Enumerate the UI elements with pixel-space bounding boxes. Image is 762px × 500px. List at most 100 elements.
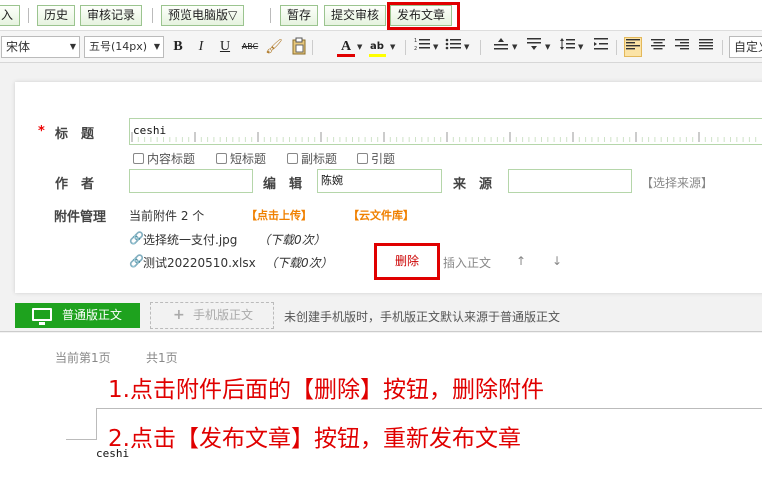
mobile-version-note: 未创建手机版时，手机版正文默认来源于普通版正文 <box>284 310 561 324</box>
divider <box>405 40 406 55</box>
divider <box>28 8 29 23</box>
lead-title-checkbox[interactable]: 引题 <box>357 150 395 167</box>
review-record-button[interactable]: 审核记录 <box>80 5 143 26</box>
title-length-ruler <box>131 132 757 142</box>
divider <box>722 40 723 55</box>
instruction-step-2: 2.点击【发布文章】按钮，重新发布文章 <box>108 426 521 452</box>
checkbox-label: 副标题 <box>301 152 338 166</box>
chevron-down-icon: ▼ <box>69 42 76 51</box>
chevron-down-icon[interactable]: ▼ <box>464 37 469 57</box>
move-down-arrow-icon[interactable]: ↓ <box>552 254 562 268</box>
instruction-step-1: 1.点击附件后面的【删除】按钮，删除附件 <box>108 377 544 403</box>
font-family-value: 宋体 <box>6 40 31 54</box>
custom-style-select[interactable]: 自定义 <box>729 36 762 58</box>
svg-text:2: 2 <box>414 46 417 51</box>
paragraph-spacing-after-icon[interactable] <box>525 37 543 57</box>
indent-icon[interactable] <box>592 37 610 57</box>
author-input[interactable] <box>129 169 253 193</box>
divider <box>270 8 271 23</box>
upload-link[interactable]: 【点击上传】 <box>246 207 312 223</box>
editor-input[interactable]: 陈婉 <box>317 169 442 193</box>
checkbox-label: 短标题 <box>230 152 267 166</box>
divider <box>152 8 153 23</box>
draft-button[interactable]: 暂存 <box>280 5 319 26</box>
pc-version-tab[interactable]: 普通版正文 <box>15 303 140 328</box>
attachment-2-name[interactable]: 测试20220510.xlsx <box>143 254 256 271</box>
page-margin-line <box>66 439 97 440</box>
attachments-label: 附件管理 <box>54 210 107 225</box>
chevron-down-icon[interactable]: ▼ <box>433 37 438 57</box>
delete-attachment-button[interactable]: 删除 <box>374 243 440 280</box>
chevron-down-icon: ▼ <box>153 42 160 51</box>
line-height-icon[interactable] <box>558 37 576 57</box>
font-color-swatch <box>337 54 355 57</box>
checkbox-box <box>357 153 368 164</box>
divider <box>480 40 481 55</box>
required-mark: * <box>38 124 45 139</box>
bold-button[interactable]: B <box>169 37 187 57</box>
highlight-letter: ab <box>370 41 384 52</box>
paste-icon[interactable] <box>290 37 308 57</box>
choose-source-link[interactable]: 【选择来源】 <box>641 174 713 191</box>
editor-toolbar: 宋体 ▼ 五号(14px) ▼ B I U ABC 🖌 A ▼ ab ▼ 12 … <box>0 31 762 63</box>
current-page: 当前第1页 <box>55 351 111 365</box>
source-label: 来 源 <box>453 177 493 192</box>
pc-version-label: 普通版正文 <box>62 308 123 322</box>
underline-button[interactable]: U <box>216 37 234 57</box>
chevron-down-icon[interactable]: ▼ <box>512 37 517 57</box>
checkbox-label: 引题 <box>371 152 396 166</box>
font-color-letter: A <box>340 39 352 54</box>
checkbox-box <box>133 153 144 164</box>
attachment-1-name[interactable]: 选择统一支付.jpg <box>143 231 237 248</box>
chevron-down-icon[interactable]: ▼ <box>357 37 362 57</box>
author-label: 作 者 <box>55 177 95 192</box>
format-painter-icon[interactable]: 🖌 <box>265 37 283 57</box>
chevron-down-icon[interactable]: ▼ <box>390 37 395 57</box>
move-up-arrow-icon[interactable]: ↑ <box>516 254 526 268</box>
paragraph-spacing-before-icon[interactable] <box>492 37 510 57</box>
content-title-checkbox[interactable]: 内容标题 <box>133 150 195 167</box>
svg-text:1: 1 <box>414 38 417 44</box>
plus-icon: + <box>173 307 185 323</box>
italic-button[interactable]: I <box>192 37 210 57</box>
insert-body-link[interactable]: 插入正文 <box>443 254 491 271</box>
submit-review-button[interactable]: 提交审核 <box>324 5 387 26</box>
body-text: ceshi <box>96 447 130 460</box>
editor-label: 编 辑 <box>263 177 303 192</box>
strikethrough-button[interactable]: ABC <box>239 37 261 57</box>
short-title-checkbox[interactable]: 短标题 <box>216 150 266 167</box>
align-right-icon[interactable] <box>673 37 691 57</box>
import-button[interactable]: 入 <box>0 5 21 26</box>
paperclip-icon: 🔗 <box>129 254 144 268</box>
attachment-1-downloads: （下载0次） <box>258 233 326 247</box>
page-margin-line <box>96 408 97 440</box>
align-center-icon[interactable] <box>649 37 667 57</box>
font-family-select[interactable]: 宋体 ▼ <box>1 36 80 58</box>
preview-pc-button[interactable]: 预览电脑版▽ <box>161 5 245 26</box>
unordered-list-icon[interactable] <box>444 37 462 57</box>
attachment-2-downloads: （下载0次） <box>265 256 333 270</box>
publish-highlight-box <box>387 2 460 30</box>
mobile-version-label: 手机版正文 <box>193 308 254 322</box>
font-size-value: 五号(14px) <box>89 40 148 53</box>
editor-canvas[interactable]: 当前第1页 共1页 1.点击附件后面的【删除】按钮，删除附件 2.点击【发布文章… <box>0 333 762 500</box>
subtitle-checkbox[interactable]: 副标题 <box>287 150 337 167</box>
align-left-icon[interactable] <box>624 37 642 57</box>
history-button[interactable]: 历史 <box>37 5 76 26</box>
chevron-down-icon[interactable]: ▼ <box>545 37 550 57</box>
checkbox-box <box>216 153 227 164</box>
title-label: 标 题 <box>55 127 95 142</box>
font-size-select[interactable]: 五号(14px) ▼ <box>84 36 164 58</box>
source-input[interactable] <box>508 169 632 193</box>
chevron-down-icon[interactable]: ▼ <box>578 37 583 57</box>
divider <box>312 40 313 55</box>
ordered-list-icon[interactable]: 12 <box>413 37 431 57</box>
mobile-version-tab[interactable]: + 手机版正文 <box>150 302 274 329</box>
monitor-icon <box>32 308 52 325</box>
version-bar: 普通版正文 + 手机版正文 未创建手机版时，手机版正文默认来源于普通版正文 <box>0 297 762 332</box>
cloud-library-link[interactable]: 【云文件库】 <box>348 207 414 223</box>
action-toolbar: 入 历史 审核记录 预览电脑版▽ 暂存 提交审核 发布文章 <box>0 0 762 31</box>
align-justify-icon[interactable] <box>697 37 715 57</box>
total-pages: 共1页 <box>146 351 178 365</box>
divider <box>616 40 617 55</box>
